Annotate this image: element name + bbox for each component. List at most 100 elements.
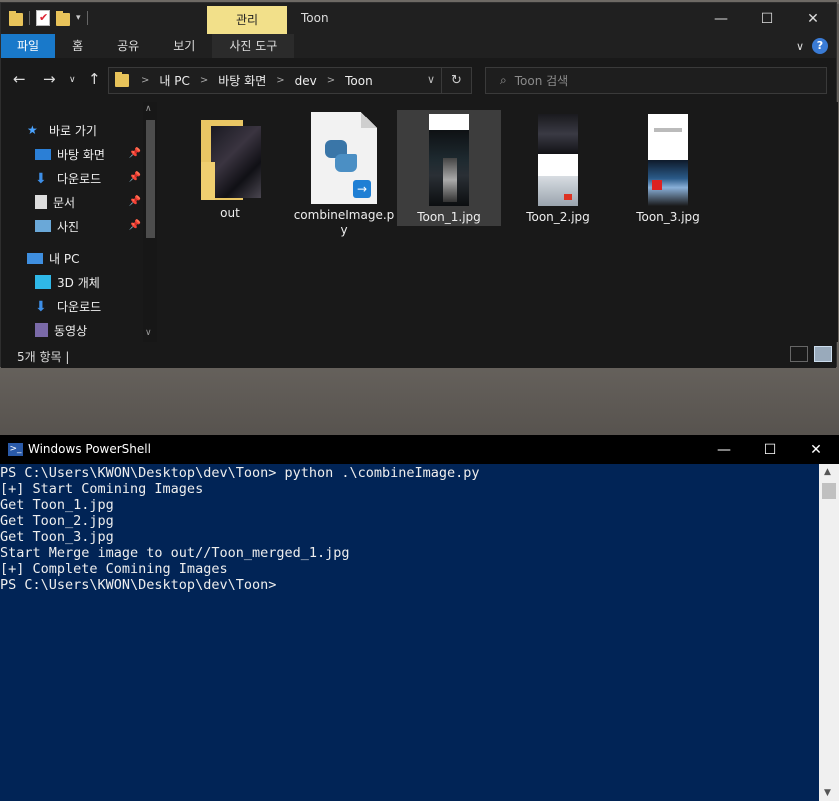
sidebar-item-label: 바로 가기 — [49, 123, 97, 138]
breadcrumb-toon[interactable]: Toon — [341, 74, 377, 88]
sidebar-item-desktop[interactable]: 바탕 화면 📌 — [35, 143, 143, 165]
maximize-button[interactable]: ☐ — [744, 3, 790, 34]
python-file-icon: → — [309, 112, 379, 204]
breadcrumb-my-pc[interactable]: 내 PC — [155, 72, 193, 89]
pin-icon[interactable]: 📌 — [129, 148, 141, 159]
sidebar-item-label: 문서 — [53, 195, 76, 210]
scrollbar-thumb[interactable] — [146, 120, 155, 238]
chevron-right-icon[interactable]: > — [135, 75, 155, 86]
tab-picture-tools[interactable]: 사진 도구 — [212, 34, 295, 58]
file-item-toon-2[interactable]: Toon_2.jpg — [506, 110, 610, 226]
sidebar-item-pictures[interactable]: 사진 📌 — [35, 215, 143, 237]
file-item-out[interactable]: out — [178, 110, 282, 226]
pc-icon — [27, 252, 43, 264]
pin-icon[interactable]: 📌 — [129, 196, 141, 207]
powershell-icon: >_ — [8, 443, 23, 456]
new-folder-icon[interactable] — [56, 11, 70, 26]
manage-tab-header[interactable]: 관리 — [207, 6, 287, 34]
pin-icon[interactable]: 📌 — [129, 172, 141, 183]
ribbon-right-controls: ∨ ? — [796, 38, 828, 54]
cube-icon — [35, 275, 51, 289]
vscode-icon: → — [353, 180, 371, 198]
sidebar-item-label: 다운로드 — [57, 299, 102, 314]
minimize-button[interactable]: — — [701, 435, 747, 464]
tab-file[interactable]: 파일 — [1, 34, 56, 58]
scroll-down-icon[interactable]: ▼ — [824, 788, 831, 798]
window-title: Toon — [301, 11, 329, 25]
sidebar-item-label: 내 PC — [49, 251, 80, 266]
breadcrumb-desktop[interactable]: 바탕 화면 — [214, 72, 270, 89]
search-icon: ⌕ — [500, 73, 507, 87]
explorer-titlebar[interactable]: ▾ 관리 Toon — ☐ ✕ — [1, 3, 836, 34]
search-placeholder: Toon 검색 — [514, 74, 569, 88]
download-icon: ⬇ — [35, 299, 47, 315]
file-item-toon-3[interactable]: Toon_3.jpg — [616, 110, 720, 226]
quick-access-toolbar: ▾ — [9, 9, 88, 26]
file-item-toon-1[interactable]: Toon_1.jpg — [397, 110, 501, 226]
sidebar-item-documents[interactable]: 문서 📌 — [35, 191, 143, 213]
powershell-window: >_ Windows PowerShell — ☐ ✕ PS C:\Users\… — [0, 435, 839, 801]
console-line: Get Toon_1.jpg — [0, 497, 114, 513]
details-view-button[interactable] — [790, 346, 808, 362]
tab-share[interactable]: 공유 — [100, 34, 156, 58]
scrollbar-thumb[interactable] — [822, 483, 836, 499]
help-icon[interactable]: ? — [812, 38, 828, 54]
chevron-right-icon[interactable]: > — [270, 75, 290, 86]
folder-icon — [199, 120, 261, 202]
item-count: 5개 항목 | — [17, 350, 70, 364]
chevron-right-icon[interactable]: > — [321, 75, 341, 86]
caption-buttons: — ☐ ✕ — [701, 435, 839, 464]
tab-view[interactable]: 보기 — [156, 34, 212, 58]
properties-icon[interactable] — [36, 9, 50, 26]
sidebar-item-label: 바탕 화면 — [57, 147, 105, 162]
navigation-bar: ← → ∨ ↑ > 내 PC > 바탕 화면 > dev > Toon ∨ ↻ … — [1, 58, 836, 102]
console-line: Get Toon_3.jpg — [0, 529, 114, 545]
expand-ribbon-icon[interactable]: ∨ — [796, 40, 804, 53]
desktop-icon — [35, 148, 51, 160]
document-icon — [35, 195, 47, 209]
scroll-up-icon[interactable]: ∧ — [145, 104, 152, 114]
tab-home[interactable]: 홈 — [55, 34, 100, 58]
sidebar-item-downloads[interactable]: ⬇ 다운로드 📌 — [35, 167, 143, 189]
status-bar: 5개 항목 | — [1, 342, 836, 368]
toolbar-divider — [29, 10, 30, 25]
forward-arrow-icon[interactable]: → — [43, 70, 56, 88]
close-button[interactable]: ✕ — [790, 3, 836, 34]
close-button[interactable]: ✕ — [793, 435, 839, 464]
up-arrow-icon[interactable]: ↑ — [88, 70, 101, 88]
console-line: [+] Complete Comining Images — [0, 561, 228, 577]
back-arrow-icon[interactable]: ← — [13, 70, 26, 88]
sidebar-scrollbar[interactable]: ∧ ∨ — [143, 102, 157, 342]
caption-buttons: — ☐ ✕ — [698, 3, 836, 34]
recent-locations-icon[interactable]: ∨ — [69, 75, 76, 85]
maximize-button[interactable]: ☐ — [747, 435, 793, 464]
scroll-up-icon[interactable]: ▲ — [824, 467, 831, 477]
image-thumbnail — [429, 114, 469, 206]
folder-icon[interactable] — [9, 11, 23, 26]
file-name: Toon_3.jpg — [636, 210, 700, 224]
address-bar[interactable]: > 내 PC > 바탕 화면 > dev > Toon ∨ ↻ — [108, 67, 472, 94]
address-dropdown-icon[interactable]: ∨ — [427, 73, 435, 86]
large-icons-view-button[interactable] — [814, 346, 832, 362]
download-icon: ⬇ — [35, 171, 47, 187]
console-output[interactable]: PS C:\Users\KWON\Desktop\dev\Toon> pytho… — [0, 464, 819, 801]
video-icon — [35, 323, 48, 337]
scroll-down-icon[interactable]: ∨ — [145, 328, 152, 338]
console-line: PS C:\Users\KWON\Desktop\dev\Toon> — [0, 577, 277, 593]
powershell-titlebar[interactable]: >_ Windows PowerShell — ☐ ✕ — [0, 435, 839, 464]
console-line: PS C:\Users\KWON\Desktop\dev\Toon> pytho… — [0, 465, 480, 481]
file-name: Toon_1.jpg — [417, 210, 481, 224]
minimize-button[interactable]: — — [698, 3, 744, 34]
console-scrollbar[interactable]: ▲ ▼ — [819, 464, 839, 801]
file-name: combineImage.py — [293, 208, 395, 237]
chevron-right-icon[interactable]: > — [194, 75, 214, 86]
console-line: [+] Start Comining Images — [0, 481, 204, 497]
refresh-icon[interactable]: ↻ — [441, 68, 471, 93]
image-thumbnail — [648, 114, 688, 206]
customize-toolbar-icon[interactable]: ▾ — [76, 13, 81, 23]
file-item-combineimage[interactable]: → combineImage.py — [292, 110, 396, 237]
pin-icon[interactable]: 📌 — [129, 220, 141, 231]
breadcrumb-dev[interactable]: dev — [291, 74, 321, 88]
file-list: out → combineImage.py Toon_1.jpg Toon_2.… — [161, 102, 838, 342]
search-box[interactable]: ⌕ Toon 검색 — [485, 67, 827, 94]
